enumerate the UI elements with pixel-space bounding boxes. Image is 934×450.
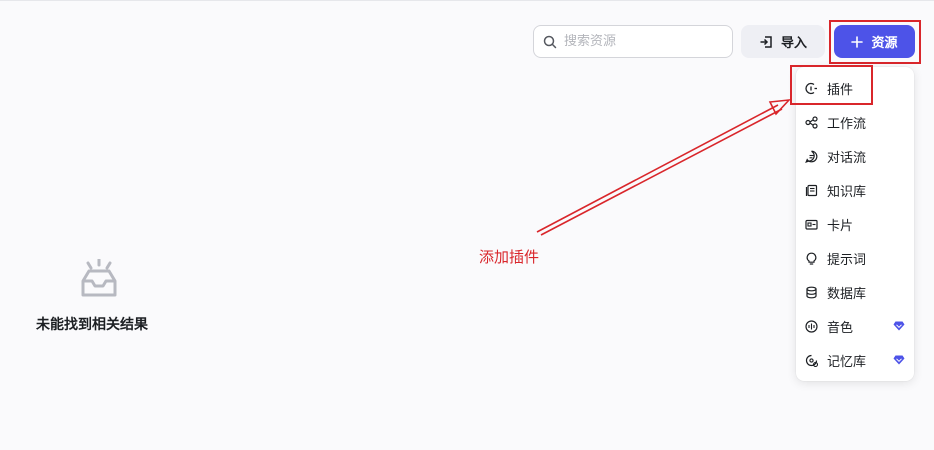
empty-state-message: 未能找到相关结果 [36, 317, 148, 333]
annotation-arrow [536, 98, 792, 236]
annotation-label: 添加插件 [479, 248, 540, 266]
empty-inbox-icon [79, 257, 119, 303]
